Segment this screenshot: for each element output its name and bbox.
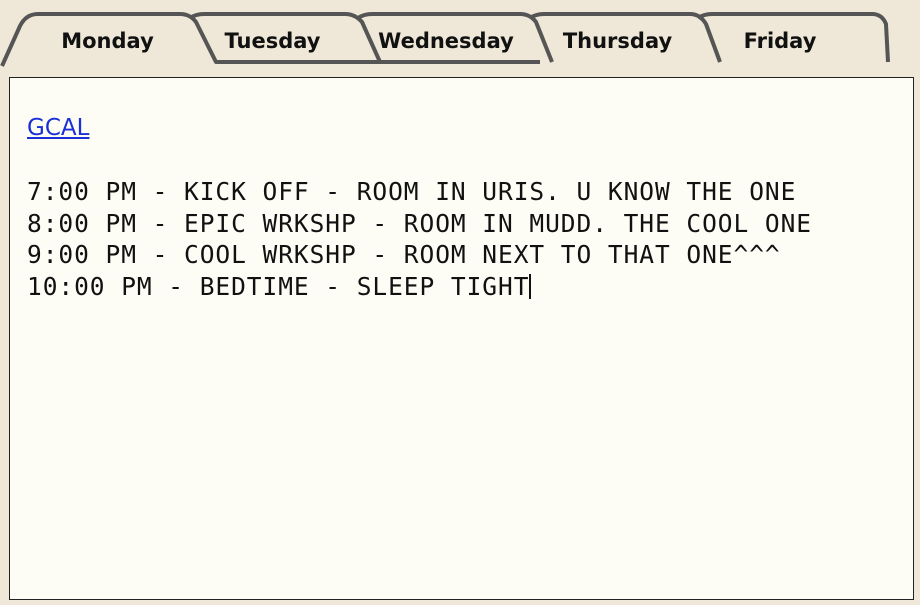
event-line-text: 10:00 PM - BEDTIME - SLEEP TIGHT bbox=[27, 271, 530, 301]
tab-friday[interactable]: Friday bbox=[715, 29, 845, 53]
tab-tuesday[interactable]: Tuesday bbox=[205, 29, 340, 53]
tab-thursday[interactable]: Thursday bbox=[550, 29, 685, 53]
gcal-link[interactable]: GCAL bbox=[27, 115, 89, 141]
tab-content-panel: GCAL 7:00 PM - KICK OFF - ROOM IN URIS. … bbox=[9, 77, 914, 600]
event-line: 9:00 PM - COOL WRKSHP - ROOM NEXT TO THA… bbox=[27, 240, 781, 269]
tab-monday[interactable]: Monday bbox=[40, 29, 175, 53]
event-line: 10:00 PM - BEDTIME - SLEEP TIGHT bbox=[27, 271, 812, 303]
events-text-area[interactable]: 7:00 PM - KICK OFF - ROOM IN URIS. U KNO… bbox=[27, 176, 812, 302]
event-line: 7:00 PM - KICK OFF - ROOM IN URIS. U KNO… bbox=[27, 177, 797, 206]
event-line: 8:00 PM - EPIC WRKSHP - ROOM IN MUDD. TH… bbox=[27, 208, 813, 238]
text-cursor bbox=[529, 273, 532, 299]
tab-wednesday[interactable]: Wednesday bbox=[372, 29, 520, 53]
